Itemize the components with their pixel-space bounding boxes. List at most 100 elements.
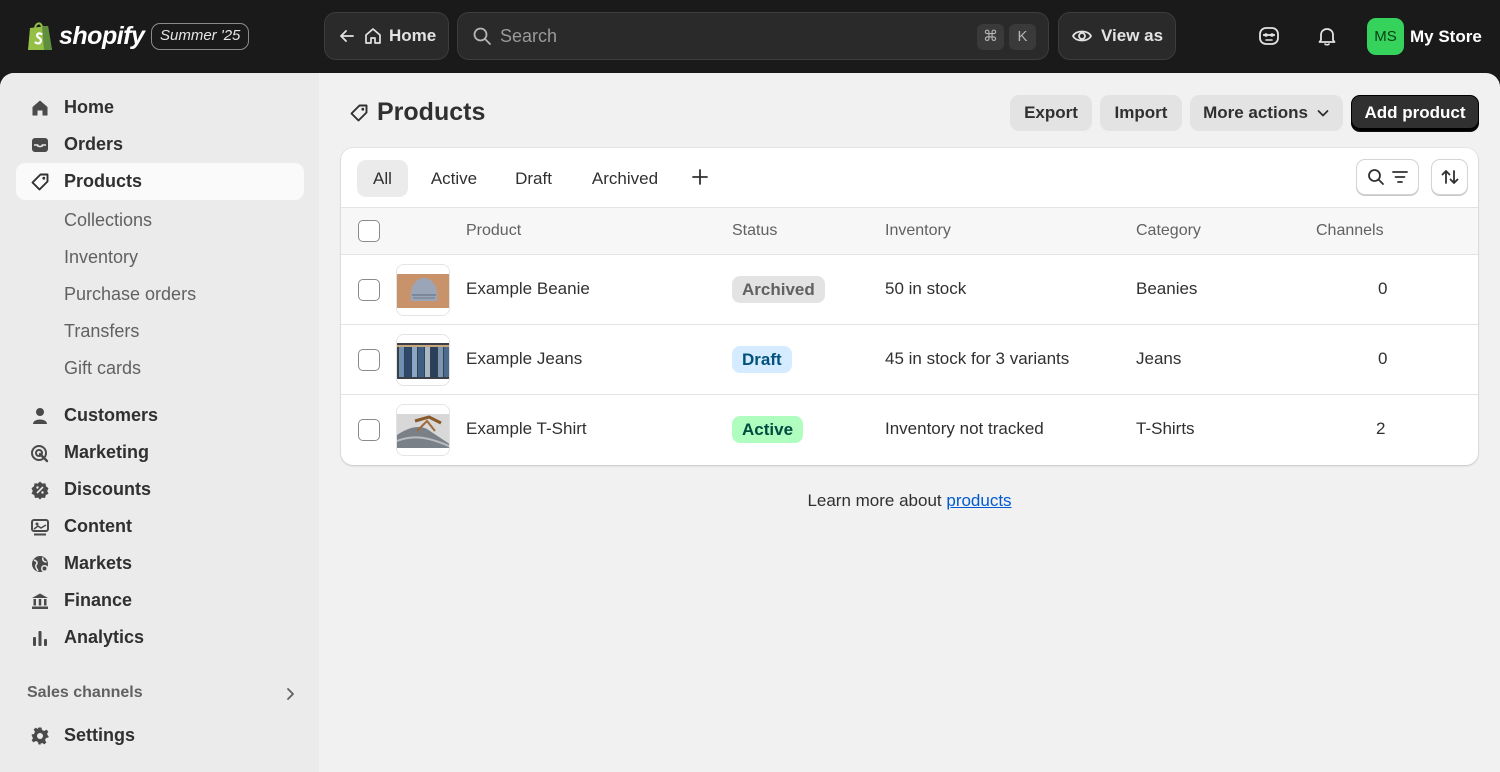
learn-more-text: Learn more about: [807, 491, 947, 510]
brand-wordmark: shopify: [59, 21, 145, 50]
product-name[interactable]: Example Jeans: [466, 349, 582, 369]
status-badge: Archived: [732, 276, 825, 303]
sidekick-icon[interactable]: [1256, 23, 1282, 49]
sidebar-item-label: Finance: [64, 590, 133, 610]
products-table-card: All Active Draft Archived Product Status…: [341, 148, 1478, 465]
sidebar-item-products[interactable]: Products: [16, 163, 304, 200]
column-header-inventory[interactable]: Inventory: [885, 222, 951, 240]
sidebar-item-settings[interactable]: Settings: [16, 717, 304, 754]
table-row[interactable]: Example Beanie Archived 50 in stock Bean…: [341, 255, 1478, 325]
sidebar-subitem-purchase-orders[interactable]: Purchase orders: [64, 284, 196, 305]
shopify-bag-icon: [28, 22, 52, 50]
search-bar[interactable]: ⌘ K: [457, 12, 1049, 60]
content-icon: [30, 517, 50, 537]
home-icon: [365, 28, 381, 44]
table-row[interactable]: Example T-Shirt Active Inventory not tra…: [341, 395, 1478, 465]
view-as-label: View as: [1101, 26, 1164, 45]
import-button[interactable]: Import: [1100, 95, 1182, 131]
sidebar-subitem-inventory[interactable]: Inventory: [64, 247, 138, 268]
product-thumbnail-beanie: [396, 264, 450, 316]
search-icon: [1367, 169, 1384, 185]
sort-button[interactable]: [1431, 159, 1468, 195]
sidebar-item-label: Markets: [64, 553, 133, 573]
search-filter-button[interactable]: [1356, 159, 1419, 195]
tab-archived[interactable]: Archived: [579, 160, 671, 197]
sidebar-item-label: Content: [64, 516, 132, 536]
column-header-category[interactable]: Category: [1136, 222, 1201, 240]
sidebar-item-label: Discounts: [64, 479, 152, 499]
chevron-right-icon[interactable]: [283, 686, 297, 702]
add-product-button[interactable]: Add product: [1351, 95, 1479, 131]
product-thumbnail-jeans: [396, 334, 450, 386]
channels-value: 2: [1376, 419, 1386, 438]
admin-frame: Home Orders Products Collections Invento…: [0, 73, 1500, 772]
store-menu[interactable]: MS My Store: [1367, 18, 1482, 55]
sidebar-item-discounts[interactable]: Discounts: [16, 471, 304, 508]
store-name: My Store: [1410, 26, 1482, 46]
product-name[interactable]: Example T-Shirt: [466, 419, 587, 439]
target-icon: [30, 443, 50, 463]
sidebar-item-customers[interactable]: Customers: [16, 397, 304, 434]
sidebar: Home Orders Products Collections Invento…: [0, 73, 319, 772]
product-name[interactable]: Example Beanie: [466, 279, 590, 299]
add-view-icon[interactable]: [691, 168, 709, 186]
tag-icon: [30, 172, 50, 192]
filter-icon: [1391, 171, 1408, 183]
sidebar-item-content[interactable]: Content: [16, 508, 304, 545]
sidebar-item-analytics[interactable]: Analytics: [16, 619, 304, 656]
chevron-down-icon: [1317, 110, 1329, 117]
sidebar-subitem-transfers[interactable]: Transfers: [64, 321, 139, 342]
sidebar-subitem-collections[interactable]: Collections: [64, 210, 152, 231]
channels-value: 0: [1378, 279, 1388, 298]
sidebar-item-finance[interactable]: Finance: [16, 582, 304, 619]
sidebar-item-orders[interactable]: Orders: [16, 126, 304, 163]
select-all-checkbox[interactable]: [358, 220, 380, 242]
row-checkbox[interactable]: [358, 419, 380, 441]
sidebar-item-home[interactable]: Home: [16, 89, 304, 126]
inventory-value: 50 in stock: [885, 279, 967, 298]
more-actions-label: More actions: [1203, 103, 1308, 122]
inbox-icon: [30, 135, 50, 155]
column-header-product[interactable]: Product: [466, 222, 521, 240]
products-help-link[interactable]: products: [946, 491, 1011, 510]
bar-chart-icon: [30, 628, 50, 648]
globe-icon: [30, 554, 50, 574]
sidebar-item-marketing[interactable]: Marketing: [16, 434, 304, 471]
page-title-text: Products: [377, 98, 486, 126]
tag-icon: [350, 104, 368, 121]
page-title: Products: [349, 98, 485, 127]
bell-icon[interactable]: [1314, 23, 1340, 49]
column-header-channels[interactable]: Channels: [1316, 222, 1384, 240]
column-header-status[interactable]: Status: [732, 222, 777, 240]
sidebar-item-label: Marketing: [64, 442, 150, 462]
discount-icon: [30, 480, 50, 500]
eye-icon: [1071, 30, 1093, 42]
inventory-value: Inventory not tracked: [885, 419, 1044, 438]
tab-all[interactable]: All: [357, 160, 408, 197]
more-actions-button[interactable]: More actions: [1190, 95, 1343, 131]
edition-badge[interactable]: Summer '25: [151, 23, 250, 50]
table-row[interactable]: Example Jeans Draft 45 in stock for 3 va…: [341, 325, 1478, 395]
sidebar-item-label: Customers: [64, 405, 159, 425]
search-input[interactable]: [500, 25, 950, 47]
learn-more-footer: Learn more about products: [319, 491, 1500, 511]
table-header: Product Status Inventory Category Channe…: [341, 207, 1478, 255]
tab-draft[interactable]: Draft: [501, 160, 566, 197]
export-button[interactable]: Export: [1010, 95, 1092, 131]
arrow-left-icon: [340, 30, 354, 42]
view-as-button[interactable]: View as: [1058, 12, 1176, 60]
home-button[interactable]: Home: [324, 12, 449, 60]
category-value: Jeans: [1136, 349, 1182, 368]
avatar: MS: [1367, 18, 1404, 55]
sidebar-item-label: Analytics: [64, 627, 145, 647]
shopify-logo[interactable]: shopify: [26, 20, 145, 52]
sidebar-item-markets[interactable]: Markets: [16, 545, 304, 582]
row-checkbox[interactable]: [358, 349, 380, 371]
product-thumbnail-tshirt: [396, 404, 450, 456]
inventory-value: 45 in stock for 3 variants: [885, 349, 1070, 368]
status-badge: Active: [732, 416, 804, 443]
tab-active[interactable]: Active: [419, 160, 489, 197]
row-checkbox[interactable]: [358, 279, 380, 301]
sales-channels-label[interactable]: Sales channels: [27, 684, 143, 702]
sidebar-subitem-gift-cards[interactable]: Gift cards: [64, 358, 141, 379]
